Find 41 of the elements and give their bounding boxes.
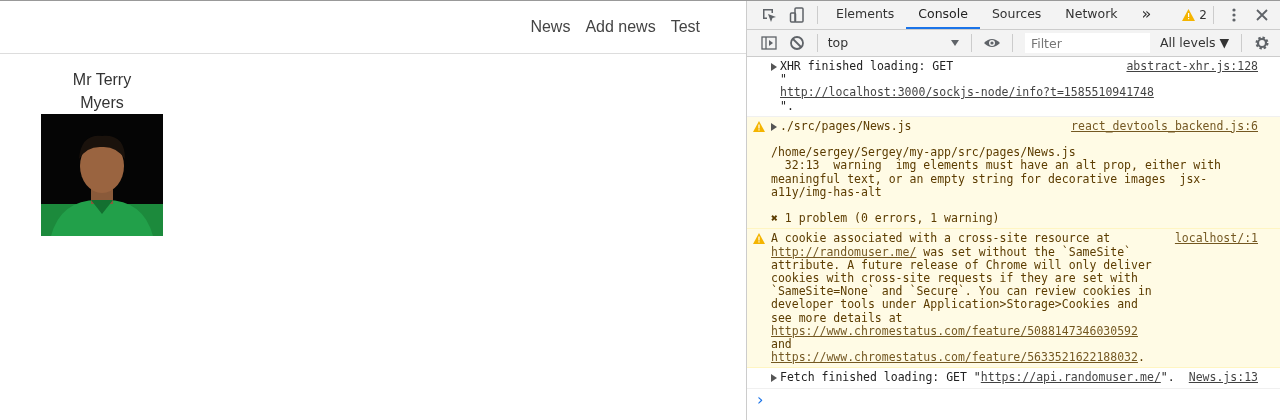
filter-field[interactable]: Filter — [1024, 33, 1150, 53]
message-link[interactable]: http://randomuser.me/ — [771, 244, 917, 259]
message-link[interactable]: https://www.chromestatus.com/feature/5633521622188032 — [771, 350, 1138, 365]
nav-link[interactable]: Test — [670, 15, 700, 39]
context-select[interactable]: top — [823, 33, 966, 53]
close-icon[interactable] — [1254, 7, 1270, 23]
expand-icon[interactable] — [771, 63, 777, 71]
message-text: A cookie associated with a cross-site resource at http://randomuser.me/ was set without the `SameSite` attribute. A future release of Chrome will only deliver cookies with cross-site requests if they are set with `SameSite=None` and `Secure`. You can review cookies in developer tools under Application>Storage>Cookies and see more details at https://www.chromestatus.com/feature/5088147346030592 and https://www.chromestatus.com/feature/5633521622188032. — [771, 232, 1153, 365]
source-link[interactable]: localhost/:1 — [1174, 232, 1258, 246]
more-tabs-button[interactable]: » — [1129, 1, 1164, 29]
message-link[interactable]: https://api.randomuser.me/ — [980, 370, 1161, 385]
message-detail: /home/sergey/Sergey/my-app/src/pages/News.js — [771, 146, 1076, 160]
message-link[interactable]: http://localhost:3000/sockjs-node/info?t=1585510941748 — [780, 85, 1154, 100]
message-detail: ✖ 1 problem (0 errors, 1 warning) — [771, 212, 1001, 226]
message-link[interactable]: https://www.chromestatus.com/feature/5088147346030592 — [771, 323, 1138, 338]
devtools-tab[interactable]: Elements — [824, 1, 907, 29]
user-name: Mr Terry Myers — [71, 70, 133, 113]
message-detail: 32:13 warning img elements must have an alt prop, either with meaningful text, or an empty string for decorative images jsx-a11y/img-has-alt — [771, 159, 1223, 199]
expand-icon[interactable] — [771, 122, 777, 131]
warning-count[interactable]: 2 — [1199, 6, 1207, 24]
sidebar-toggle-icon[interactable] — [760, 35, 777, 51]
levels-dropdown[interactable]: All levels ▼ — [1153, 32, 1236, 54]
devtools-tab[interactable]: Network — [1053, 1, 1130, 29]
message-text: ./src/pages/News.js — [780, 119, 913, 133]
source-link[interactable]: abstract-xhr.js:128 — [1126, 60, 1258, 74]
message-text: Fetch finished loading: GET "https://api.randomuser.me/". — [780, 371, 1175, 385]
clear-icon[interactable] — [788, 35, 805, 51]
expand-icon[interactable] — [771, 374, 777, 383]
warning-icon — [753, 233, 765, 245]
device-icon[interactable] — [789, 7, 805, 23]
caret-icon — [951, 40, 960, 46]
prompt-icon[interactable]: › — [757, 389, 764, 409]
devtools-tab[interactable]: Sources — [979, 1, 1054, 29]
source-link[interactable]: News.js:13 — [1188, 371, 1258, 385]
nav-link[interactable]: Add news — [585, 15, 656, 39]
inspect-icon[interactable] — [761, 7, 777, 23]
source-link[interactable]: react_devtools_backend.js:6 — [1071, 119, 1258, 133]
nav-link[interactable]: News — [530, 15, 571, 39]
context-label: top — [827, 33, 849, 52]
settings-icon[interactable] — [1254, 35, 1271, 51]
warning-icon — [753, 120, 765, 132]
